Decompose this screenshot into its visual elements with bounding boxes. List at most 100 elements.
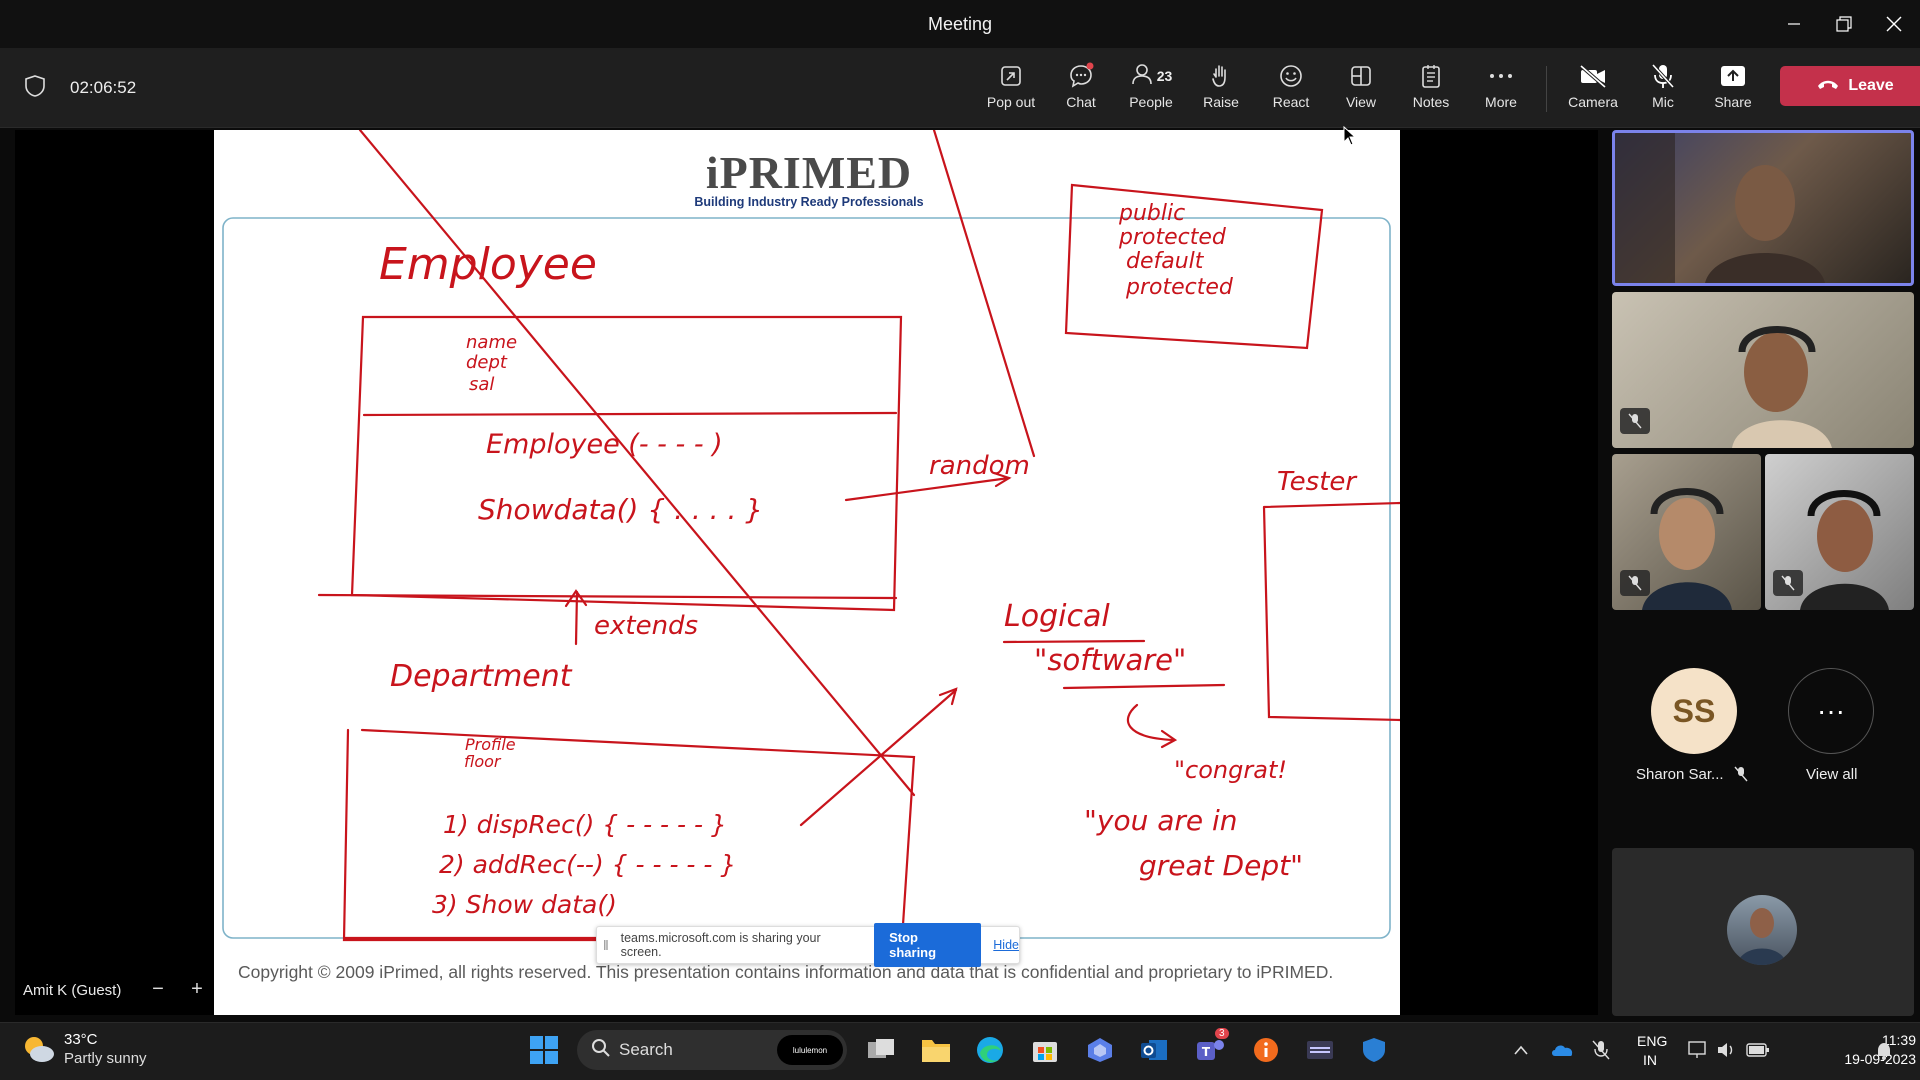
search-label: Search	[619, 1040, 673, 1059]
clock-time[interactable]: 11:39	[1826, 1032, 1916, 1048]
raise-hand-button[interactable]: Raise	[1188, 60, 1254, 120]
phone-icon	[1816, 77, 1840, 96]
mic-off-icon[interactable]	[1592, 1040, 1610, 1065]
brand-logo: iPRIMED Building Industry Ready Professi…	[684, 130, 934, 220]
mic-button[interactable]: Mic	[1630, 60, 1696, 120]
chat-label: Chat	[1066, 94, 1096, 110]
language-indicator[interactable]: ENG	[1637, 1033, 1667, 1049]
taskbar-search[interactable]: Search lululemon	[577, 1030, 847, 1070]
zoom-in-button[interactable]: +	[182, 974, 212, 1004]
raise-label: Raise	[1203, 94, 1239, 110]
share-label: Share	[1714, 94, 1752, 110]
copilot-icon[interactable]	[1080, 1030, 1120, 1070]
view-icon	[1349, 60, 1373, 92]
more-button[interactable]: More	[1468, 60, 1534, 120]
hw-access-public: public	[1118, 201, 1185, 226]
meeting-toolbar: 02:06:52 Pop out Chat 23 People Raise Re…	[0, 48, 1920, 128]
network-icon[interactable]	[1687, 1040, 1709, 1065]
weather-icon[interactable]	[20, 1032, 56, 1071]
weather-temperature[interactable]: 33°C	[64, 1031, 98, 1048]
chevron-up-icon[interactable]	[1513, 1043, 1529, 1061]
security-shield-icon[interactable]	[1354, 1030, 1394, 1070]
hw-field-name: name	[466, 332, 517, 353]
raise-hand-icon	[1209, 60, 1233, 92]
hw-you-are-in: "you are in	[1084, 804, 1238, 837]
microsoft-store-icon[interactable]	[1025, 1030, 1065, 1070]
avatar	[1727, 895, 1797, 965]
clock-date[interactable]: 19-09-2023	[1786, 1051, 1916, 1067]
hw-access-protected: protected	[1118, 225, 1227, 250]
presenter-name: Amit K (Guest)	[23, 982, 122, 999]
outlook-icon[interactable]	[1134, 1030, 1174, 1070]
notes-icon	[1420, 60, 1442, 92]
close-button[interactable]	[1874, 8, 1914, 40]
participant-tile-2[interactable]	[1612, 292, 1914, 448]
battery-icon[interactable]	[1746, 1042, 1770, 1063]
react-label: React	[1272, 94, 1310, 110]
app-window-icon[interactable]	[1300, 1030, 1340, 1070]
more-icon: ···	[1817, 695, 1845, 726]
minimize-button[interactable]	[1774, 8, 1814, 40]
zoom-out-button[interactable]: −	[143, 974, 173, 1004]
hw-constructor: Employee (- - - - )	[486, 429, 723, 460]
mic-off-icon	[1650, 60, 1676, 92]
participant-tile-4[interactable]	[1765, 454, 1914, 610]
toolbar-divider	[1546, 66, 1547, 112]
chat-icon	[1067, 60, 1095, 92]
window-title: Meeting	[927, 14, 993, 34]
share-button[interactable]: Share	[1700, 60, 1766, 120]
participant-tile-3[interactable]	[1612, 454, 1761, 610]
participant-name: Sharon Sar...	[1636, 766, 1724, 783]
language-region[interactable]: IN	[1643, 1052, 1657, 1068]
restore-button[interactable]	[1824, 8, 1864, 40]
meeting-timer: 02:06:52	[70, 78, 137, 97]
more-icon	[1488, 60, 1514, 92]
camera-off-icon	[1578, 60, 1608, 92]
onedrive-icon[interactable]	[1550, 1042, 1574, 1063]
people-button[interactable]: 23 People	[1118, 60, 1184, 120]
task-view-icon[interactable]	[861, 1030, 901, 1070]
info-app-icon[interactable]	[1246, 1030, 1286, 1070]
leave-button[interactable]: Leave	[1780, 66, 1920, 106]
react-button[interactable]: React	[1258, 60, 1324, 120]
notes-button[interactable]: Notes	[1398, 60, 1464, 120]
volume-icon[interactable]	[1716, 1040, 1738, 1065]
hw-showdata-2: 3) Show data()	[432, 890, 617, 919]
file-explorer-icon[interactable]	[916, 1030, 956, 1070]
windows-start-icon[interactable]	[524, 1030, 564, 1070]
avatar[interactable]: SS	[1651, 668, 1737, 754]
teams-notification-badge: 3	[1215, 1028, 1229, 1039]
mic-off-icon	[1620, 408, 1650, 434]
weather-description[interactable]: Partly sunny	[64, 1050, 147, 1067]
self-view-tile[interactable]	[1612, 848, 1914, 1016]
participant-tile-speaker[interactable]	[1612, 130, 1914, 286]
hw-random: random	[929, 451, 1030, 481]
hw-logical: Logical	[1004, 599, 1110, 634]
brand-tagline: Building Industry Ready Professionals	[694, 195, 924, 209]
hw-congrat: "congrat!	[1174, 756, 1287, 784]
sharing-message: teams.microsoft.com is sharing your scre…	[620, 931, 821, 959]
notification-bell-icon[interactable]	[1874, 1040, 1894, 1067]
brand-name: iPRIMED	[705, 147, 913, 198]
drag-handle-icon[interactable]: ‖	[603, 937, 617, 953]
camera-button[interactable]: Camera	[1560, 60, 1626, 120]
share-icon	[1719, 60, 1747, 92]
hw-great-dept: great Dept"	[1139, 849, 1303, 882]
view-button[interactable]: View	[1328, 60, 1394, 120]
stop-sharing-button[interactable]: Stop sharing	[874, 923, 982, 967]
view-all-button[interactable]: ···	[1788, 668, 1874, 754]
hw-access-protected-2: protected	[1125, 275, 1234, 300]
whiteboard-ink: Employee name dept sal Employee (- - - -…	[222, 130, 1400, 942]
teams-icon[interactable]: T 3	[1190, 1028, 1230, 1070]
search-highlight-ad[interactable]: lululemon	[777, 1035, 843, 1065]
shield-icon[interactable]	[24, 74, 46, 103]
chat-button[interactable]: Chat	[1048, 60, 1114, 120]
edge-browser-icon[interactable]	[970, 1030, 1010, 1070]
pop-out-button[interactable]: Pop out	[978, 60, 1044, 120]
hide-link[interactable]: Hide	[993, 938, 1019, 952]
notes-label: Notes	[1412, 94, 1450, 110]
people-label: People	[1129, 94, 1173, 110]
hw-dept-floor: floor	[464, 752, 502, 771]
hw-showdata: Showdata() { . . . . }	[478, 493, 763, 526]
hw-department: Department	[390, 659, 573, 694]
